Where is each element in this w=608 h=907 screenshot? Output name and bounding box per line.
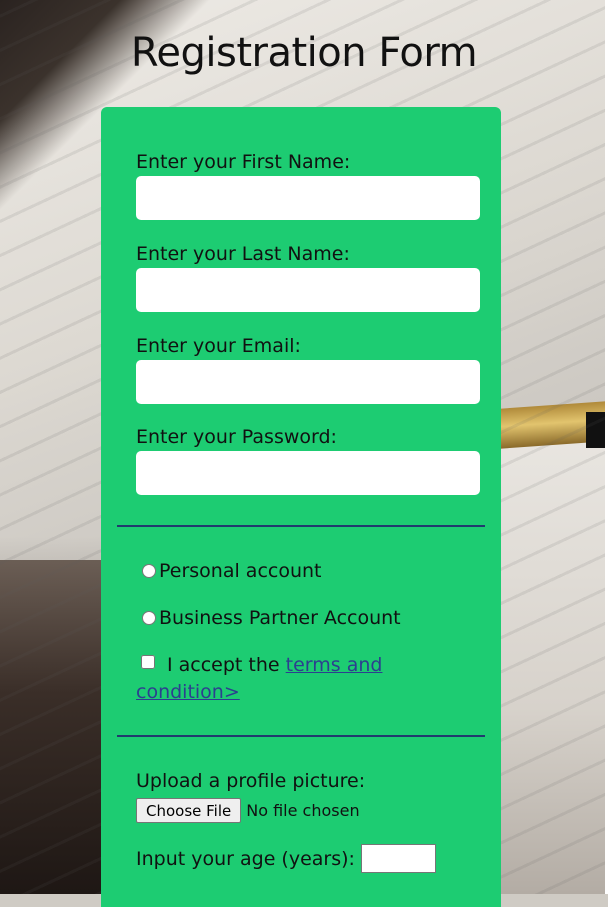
terms-row: I accept the terms and condition> xyxy=(136,652,466,706)
background-paper xyxy=(498,430,608,894)
account-option-personal: Personal account xyxy=(142,560,322,582)
section-divider xyxy=(117,735,485,737)
password-label: Enter your Password: xyxy=(136,426,337,448)
age-label: Input your age (years): xyxy=(136,847,355,870)
terms-prefix: I accept the xyxy=(167,654,280,676)
file-status: No file chosen xyxy=(246,801,360,820)
personal-account-label: Personal account xyxy=(159,560,322,582)
age-field[interactable] xyxy=(360,844,436,873)
email-label: Enter your Email: xyxy=(136,335,301,357)
registration-form: Enter your First Name: Enter your Last N… xyxy=(101,107,501,907)
first-name-field[interactable] xyxy=(136,176,480,220)
email-field[interactable] xyxy=(136,360,480,404)
account-option-business: Business Partner Account xyxy=(142,607,401,629)
choose-file-button[interactable]: Choose File xyxy=(136,798,242,823)
business-account-radio[interactable] xyxy=(142,611,156,625)
business-account-label: Business Partner Account xyxy=(159,607,401,629)
age-row: Input your age (years): xyxy=(136,844,436,873)
terms-checkbox[interactable] xyxy=(141,655,155,669)
personal-account-radio[interactable] xyxy=(142,564,156,578)
background-desk-shadow xyxy=(0,560,110,894)
section-divider xyxy=(117,525,485,527)
file-upload-control: Choose File No file chosen xyxy=(136,798,360,823)
password-field[interactable] xyxy=(136,451,480,495)
last-name-label: Enter your Last Name: xyxy=(136,243,350,265)
first-name-label: Enter your First Name: xyxy=(136,151,351,173)
page-title: Registration Form xyxy=(130,30,478,76)
last-name-field[interactable] xyxy=(136,268,480,312)
upload-label: Upload a profile picture: xyxy=(136,770,366,792)
